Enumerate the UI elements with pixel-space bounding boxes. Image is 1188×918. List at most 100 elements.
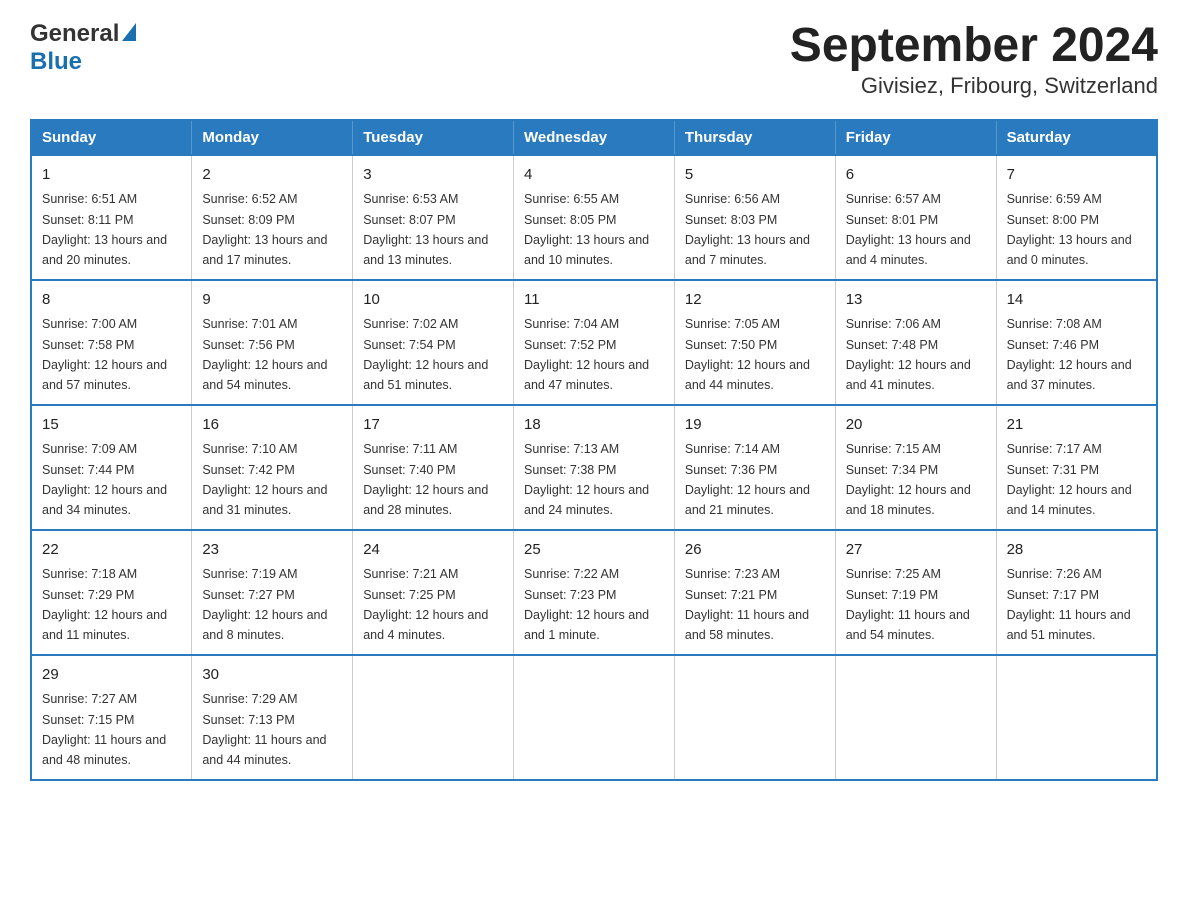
- day-number: 5: [685, 164, 825, 187]
- day-info: Sunrise: 7:26 AMSunset: 7:17 PMDaylight:…: [1007, 567, 1131, 642]
- header-tuesday: Tuesday: [353, 120, 514, 155]
- day-number: 7: [1007, 164, 1146, 187]
- calendar-cell: 8 Sunrise: 7:00 AMSunset: 7:58 PMDayligh…: [31, 280, 192, 405]
- day-number: 9: [202, 289, 342, 312]
- day-info: Sunrise: 7:04 AMSunset: 7:52 PMDaylight:…: [524, 317, 649, 392]
- day-number: 10: [363, 289, 503, 312]
- day-number: 14: [1007, 289, 1146, 312]
- header-wednesday: Wednesday: [514, 120, 675, 155]
- calendar-cell: 3 Sunrise: 6:53 AMSunset: 8:07 PMDayligh…: [353, 155, 514, 280]
- day-info: Sunrise: 7:00 AMSunset: 7:58 PMDaylight:…: [42, 317, 167, 392]
- calendar-cell: [674, 655, 835, 780]
- day-number: 1: [42, 164, 181, 187]
- day-number: 3: [363, 164, 503, 187]
- calendar-cell: 7 Sunrise: 6:59 AMSunset: 8:00 PMDayligh…: [996, 155, 1157, 280]
- day-info: Sunrise: 7:05 AMSunset: 7:50 PMDaylight:…: [685, 317, 810, 392]
- day-info: Sunrise: 7:14 AMSunset: 7:36 PMDaylight:…: [685, 442, 810, 517]
- day-info: Sunrise: 7:01 AMSunset: 7:56 PMDaylight:…: [202, 317, 327, 392]
- calendar-cell: 19 Sunrise: 7:14 AMSunset: 7:36 PMDaylig…: [674, 405, 835, 530]
- calendar-cell: [996, 655, 1157, 780]
- calendar-cell: 27 Sunrise: 7:25 AMSunset: 7:19 PMDaylig…: [835, 530, 996, 655]
- day-number: 29: [42, 664, 181, 687]
- day-number: 11: [524, 289, 664, 312]
- calendar-header: Sunday Monday Tuesday Wednesday Thursday…: [31, 120, 1157, 155]
- calendar-cell: 1 Sunrise: 6:51 AMSunset: 8:11 PMDayligh…: [31, 155, 192, 280]
- day-info: Sunrise: 7:17 AMSunset: 7:31 PMDaylight:…: [1007, 442, 1132, 517]
- day-info: Sunrise: 7:09 AMSunset: 7:44 PMDaylight:…: [42, 442, 167, 517]
- day-number: 8: [42, 289, 181, 312]
- calendar-title: September 2024: [790, 20, 1158, 73]
- day-info: Sunrise: 7:06 AMSunset: 7:48 PMDaylight:…: [846, 317, 971, 392]
- day-info: Sunrise: 7:25 AMSunset: 7:19 PMDaylight:…: [846, 567, 970, 642]
- calendar-cell: 26 Sunrise: 7:23 AMSunset: 7:21 PMDaylig…: [674, 530, 835, 655]
- day-number: 25: [524, 539, 664, 562]
- day-number: 24: [363, 539, 503, 562]
- day-info: Sunrise: 7:11 AMSunset: 7:40 PMDaylight:…: [363, 442, 488, 517]
- day-number: 6: [846, 164, 986, 187]
- calendar-cell: 13 Sunrise: 7:06 AMSunset: 7:48 PMDaylig…: [835, 280, 996, 405]
- day-number: 28: [1007, 539, 1146, 562]
- day-number: 26: [685, 539, 825, 562]
- day-info: Sunrise: 7:27 AMSunset: 7:15 PMDaylight:…: [42, 692, 166, 767]
- day-number: 15: [42, 414, 181, 437]
- day-number: 16: [202, 414, 342, 437]
- calendar-cell: 20 Sunrise: 7:15 AMSunset: 7:34 PMDaylig…: [835, 405, 996, 530]
- header-saturday: Saturday: [996, 120, 1157, 155]
- header-monday: Monday: [192, 120, 353, 155]
- calendar-cell: 21 Sunrise: 7:17 AMSunset: 7:31 PMDaylig…: [996, 405, 1157, 530]
- day-number: 20: [846, 414, 986, 437]
- day-number: 2: [202, 164, 342, 187]
- header-sunday: Sunday: [31, 120, 192, 155]
- day-info: Sunrise: 7:21 AMSunset: 7:25 PMDaylight:…: [363, 567, 488, 642]
- day-info: Sunrise: 6:53 AMSunset: 8:07 PMDaylight:…: [363, 192, 488, 267]
- day-info: Sunrise: 7:08 AMSunset: 7:46 PMDaylight:…: [1007, 317, 1132, 392]
- calendar-cell: 11 Sunrise: 7:04 AMSunset: 7:52 PMDaylig…: [514, 280, 675, 405]
- header-friday: Friday: [835, 120, 996, 155]
- day-number: 18: [524, 414, 664, 437]
- day-number: 27: [846, 539, 986, 562]
- header-thursday: Thursday: [674, 120, 835, 155]
- day-info: Sunrise: 6:52 AMSunset: 8:09 PMDaylight:…: [202, 192, 327, 267]
- calendar-week-1: 1 Sunrise: 6:51 AMSunset: 8:11 PMDayligh…: [31, 155, 1157, 280]
- day-info: Sunrise: 7:29 AMSunset: 7:13 PMDaylight:…: [202, 692, 326, 767]
- calendar-cell: 14 Sunrise: 7:08 AMSunset: 7:46 PMDaylig…: [996, 280, 1157, 405]
- calendar-cell: 9 Sunrise: 7:01 AMSunset: 7:56 PMDayligh…: [192, 280, 353, 405]
- logo-blue-text: Blue: [30, 48, 82, 75]
- calendar-cell: 15 Sunrise: 7:09 AMSunset: 7:44 PMDaylig…: [31, 405, 192, 530]
- title-block: September 2024 Givisiez, Fribourg, Switz…: [790, 20, 1158, 99]
- calendar-cell: 16 Sunrise: 7:10 AMSunset: 7:42 PMDaylig…: [192, 405, 353, 530]
- header-row: Sunday Monday Tuesday Wednesday Thursday…: [31, 120, 1157, 155]
- page-header: General Blue September 2024 Givisiez, Fr…: [30, 20, 1158, 99]
- day-info: Sunrise: 7:13 AMSunset: 7:38 PMDaylight:…: [524, 442, 649, 517]
- calendar-cell: 28 Sunrise: 7:26 AMSunset: 7:17 PMDaylig…: [996, 530, 1157, 655]
- calendar-cell: 5 Sunrise: 6:56 AMSunset: 8:03 PMDayligh…: [674, 155, 835, 280]
- calendar-cell: 30 Sunrise: 7:29 AMSunset: 7:13 PMDaylig…: [192, 655, 353, 780]
- calendar-cell: 18 Sunrise: 7:13 AMSunset: 7:38 PMDaylig…: [514, 405, 675, 530]
- day-number: 23: [202, 539, 342, 562]
- calendar-table: Sunday Monday Tuesday Wednesday Thursday…: [30, 119, 1158, 781]
- day-number: 12: [685, 289, 825, 312]
- day-number: 17: [363, 414, 503, 437]
- day-number: 4: [524, 164, 664, 187]
- logo-general-text: General: [30, 20, 119, 48]
- calendar-cell: 4 Sunrise: 6:55 AMSunset: 8:05 PMDayligh…: [514, 155, 675, 280]
- calendar-cell: 29 Sunrise: 7:27 AMSunset: 7:15 PMDaylig…: [31, 655, 192, 780]
- calendar-cell: 23 Sunrise: 7:19 AMSunset: 7:27 PMDaylig…: [192, 530, 353, 655]
- calendar-cell: 10 Sunrise: 7:02 AMSunset: 7:54 PMDaylig…: [353, 280, 514, 405]
- calendar-week-5: 29 Sunrise: 7:27 AMSunset: 7:15 PMDaylig…: [31, 655, 1157, 780]
- calendar-week-4: 22 Sunrise: 7:18 AMSunset: 7:29 PMDaylig…: [31, 530, 1157, 655]
- day-info: Sunrise: 6:59 AMSunset: 8:00 PMDaylight:…: [1007, 192, 1132, 267]
- day-info: Sunrise: 6:56 AMSunset: 8:03 PMDaylight:…: [685, 192, 810, 267]
- day-number: 22: [42, 539, 181, 562]
- calendar-cell: 6 Sunrise: 6:57 AMSunset: 8:01 PMDayligh…: [835, 155, 996, 280]
- day-number: 30: [202, 664, 342, 687]
- day-number: 13: [846, 289, 986, 312]
- calendar-cell: [353, 655, 514, 780]
- calendar-week-3: 15 Sunrise: 7:09 AMSunset: 7:44 PMDaylig…: [31, 405, 1157, 530]
- calendar-body: 1 Sunrise: 6:51 AMSunset: 8:11 PMDayligh…: [31, 155, 1157, 780]
- day-info: Sunrise: 7:02 AMSunset: 7:54 PMDaylight:…: [363, 317, 488, 392]
- calendar-cell: 2 Sunrise: 6:52 AMSunset: 8:09 PMDayligh…: [192, 155, 353, 280]
- calendar-cell: 17 Sunrise: 7:11 AMSunset: 7:40 PMDaylig…: [353, 405, 514, 530]
- calendar-cell: 12 Sunrise: 7:05 AMSunset: 7:50 PMDaylig…: [674, 280, 835, 405]
- day-info: Sunrise: 7:22 AMSunset: 7:23 PMDaylight:…: [524, 567, 649, 642]
